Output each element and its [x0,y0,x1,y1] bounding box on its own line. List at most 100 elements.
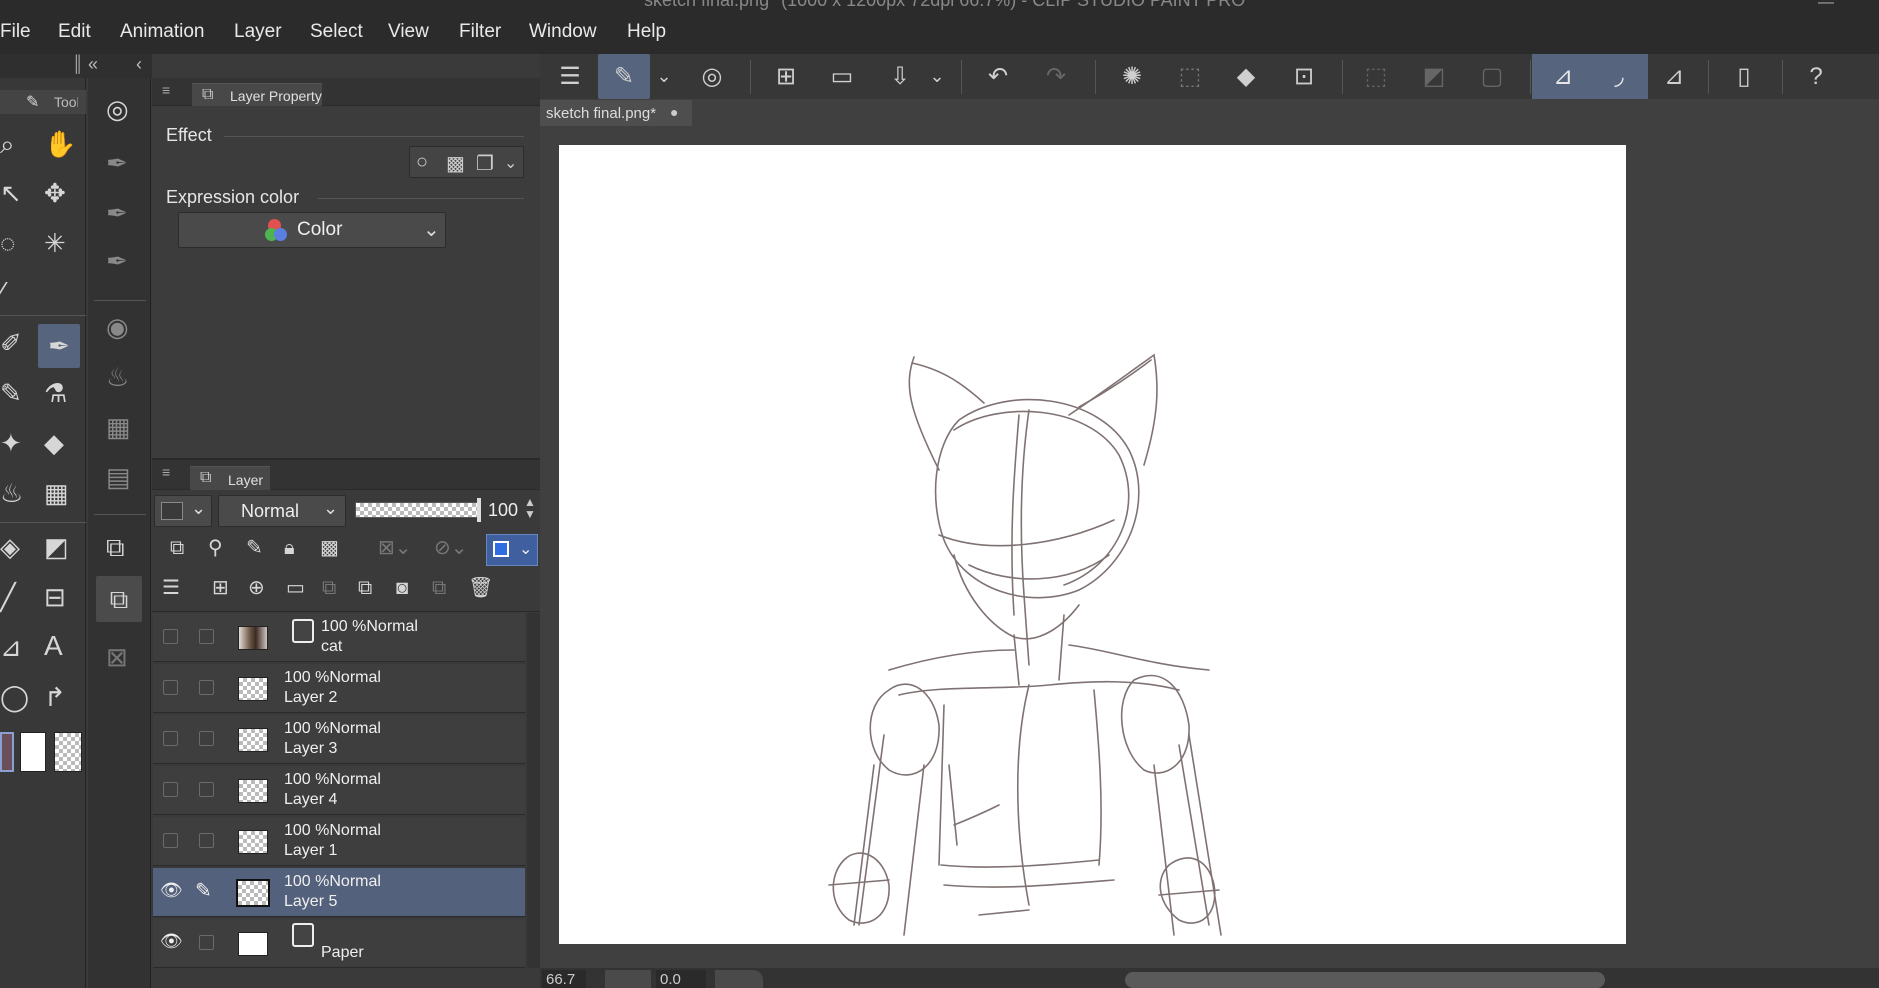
zoom-field[interactable]: 66.7 [542,970,586,988]
layer-row[interactable]: 100 %Normal Layer 1 [153,817,525,866]
zoom-icon[interactable]: ⌕ [0,131,15,157]
tool-tab[interactable]: ✎ Tool [0,90,86,114]
layer-side-icon[interactable]: ⧉ [96,576,142,622]
layer-row[interactable]: 100 %Normal Layer 4 [153,766,525,815]
grip-icon[interactable]: ║ [72,56,83,74]
snap-curve-icon[interactable]: ◞ [1594,54,1644,99]
text-icon[interactable]: A [44,632,63,660]
gradient-icon[interactable]: ◩ [44,534,69,560]
blend-icon[interactable]: ♨ [0,480,23,506]
fill-icon[interactable]: ◆ [1228,54,1264,99]
layer-row[interactable]: 100 %Normal Layer 3 [153,715,525,764]
eye-icon[interactable]: 👁︎ [160,880,183,901]
pen-settings-icon[interactable]: ✒ [106,200,128,226]
merge-icon[interactable]: ⧉ [358,578,372,598]
edit-target-toggle[interactable] [199,782,214,797]
collapse-double-icon[interactable]: « [88,54,98,75]
visibility-toggle[interactable] [163,782,178,797]
menu-file[interactable]: File [0,21,31,43]
pen-icon[interactable]: ✒ [38,324,80,368]
edit-target-toggle[interactable] [199,935,214,950]
hamburger-menu-icon[interactable]: ☰ [552,54,588,99]
opacity-slider[interactable] [355,502,480,518]
reference-layer-icon[interactable]: ⚲ [208,538,223,558]
visibility-toggle[interactable] [163,731,178,746]
visibility-toggle[interactable] [163,833,178,848]
zoom-slider[interactable] [605,970,651,988]
clip-layer-icon[interactable]: ⧉ [170,538,184,558]
collapse-icon[interactable]: ‹ [136,54,142,75]
menu-view[interactable]: View [388,21,429,43]
ruler-icon[interactable]: ⊿ [0,634,22,660]
snap-line-icon[interactable]: ⊿ [1656,54,1692,99]
tab-layer-property[interactable]: ⧉ Layer Property [192,83,322,106]
panel-menu-icon[interactable]: ≡ [162,82,170,98]
loading-icon[interactable]: ✺ [1114,54,1150,99]
opacity-value[interactable]: 100 [488,500,518,521]
tone-effect-icon[interactable]: ▩ [446,151,465,176]
snap-ruler-icon[interactable]: ⊿ [1538,54,1588,99]
delete-layer-icon[interactable]: 🗑︎ [468,578,493,598]
layer-color-icon[interactable]: ❐ [476,151,494,176]
expression-color-dropdown[interactable]: Color ⌄ [178,212,446,248]
magic-wand-icon[interactable]: ✳ [44,230,66,256]
move-icon[interactable]: ✥ [44,180,66,206]
brush-sync-icon[interactable]: ✎ [598,54,650,99]
layer-row[interactable]: 👁︎ Paper [153,919,525,968]
navigator-icon[interactable]: ◎ [106,96,129,122]
new-folder-icon[interactable]: ▭ [286,578,305,598]
opacity-slider-handle[interactable] [477,498,481,522]
border-effect-icon[interactable]: ○ [416,151,428,174]
opacity-spinner-icon[interactable]: ▲ ▼ [524,496,536,520]
layer-property-side-icon[interactable]: ⧉ [106,534,125,560]
draft-layer-icon[interactable]: ✎ [246,538,263,558]
layer-list-icon[interactable]: ☰ [162,578,180,598]
blend-sub-icon[interactable]: ♨ [106,364,129,390]
menu-edit[interactable]: Edit [58,21,91,43]
pencil-icon[interactable]: ✐ [0,330,22,356]
layer-row-active[interactable]: 👁︎ ✎ 100 %Normal Layer 5 [153,868,525,917]
airbrush-icon[interactable]: ⚗ [44,380,67,406]
figure-icon[interactable]: ╱ [0,584,16,610]
circle-icon[interactable]: ◉ [106,314,129,340]
device-icon[interactable]: ▯ [1726,54,1762,99]
lock-icon[interactable]: 🔒︎ [284,538,295,558]
hand-icon[interactable]: ✋ [44,131,76,157]
eraser-icon[interactable]: ◆ [44,430,64,456]
open-folder-icon[interactable]: ▭ [824,54,860,99]
layer-list-scrollbar[interactable] [527,613,540,968]
new-raster-layer-icon[interactable]: ⊞ [212,578,229,598]
layer-row[interactable]: 100 %Normal cat [153,613,525,662]
balloon-icon[interactable]: ◯ [0,684,29,710]
menu-select[interactable]: Select [310,21,363,43]
grid-icon[interactable]: ▦ [44,480,69,506]
pen-edit-icon[interactable]: ✎ [195,878,212,903]
material-icon[interactable]: ▦ [106,414,131,440]
minimize-icon[interactable]: — [1818,0,1834,12]
eyedropper-icon[interactable]: ⁄ [0,278,4,304]
layer-color-toggle[interactable]: ⌄ [486,534,538,566]
timeline-icon[interactable]: ▤ [106,464,131,490]
menu-filter[interactable]: Filter [459,21,501,43]
edit-target-toggle[interactable] [199,833,214,848]
chevron-down-icon[interactable]: ⌄ [925,54,949,99]
eye-icon[interactable]: 👁︎ [160,931,183,952]
new-vector-layer-icon[interactable]: ⊕ [248,578,265,598]
panel-menu-icon[interactable]: ≡ [162,464,170,480]
undo-icon[interactable]: ↶ [980,54,1016,99]
blend-mode-dropdown[interactable]: Normal ⌄ [218,495,346,527]
transparent-color-swatch[interactable] [54,732,82,772]
chevron-down-icon[interactable]: ⌄ [504,153,517,173]
layer-row[interactable]: 100 %Normal Layer 2 [153,664,525,713]
visibility-toggle[interactable] [163,680,178,695]
save-icon[interactable]: ⇩ [882,54,918,99]
layer-color-dropdown[interactable]: ⌄ [154,495,212,527]
menu-help[interactable]: Help [627,21,666,43]
brush-icon[interactable]: ✎ [0,380,22,406]
rotation-field[interactable]: 0.0 [656,970,706,988]
modified-dot-icon[interactable]: ● [670,104,678,120]
menu-layer[interactable]: Layer [234,21,282,43]
rotation-slider[interactable] [715,970,763,988]
menu-window[interactable]: Window [529,21,597,43]
edit-target-toggle[interactable] [199,629,214,644]
